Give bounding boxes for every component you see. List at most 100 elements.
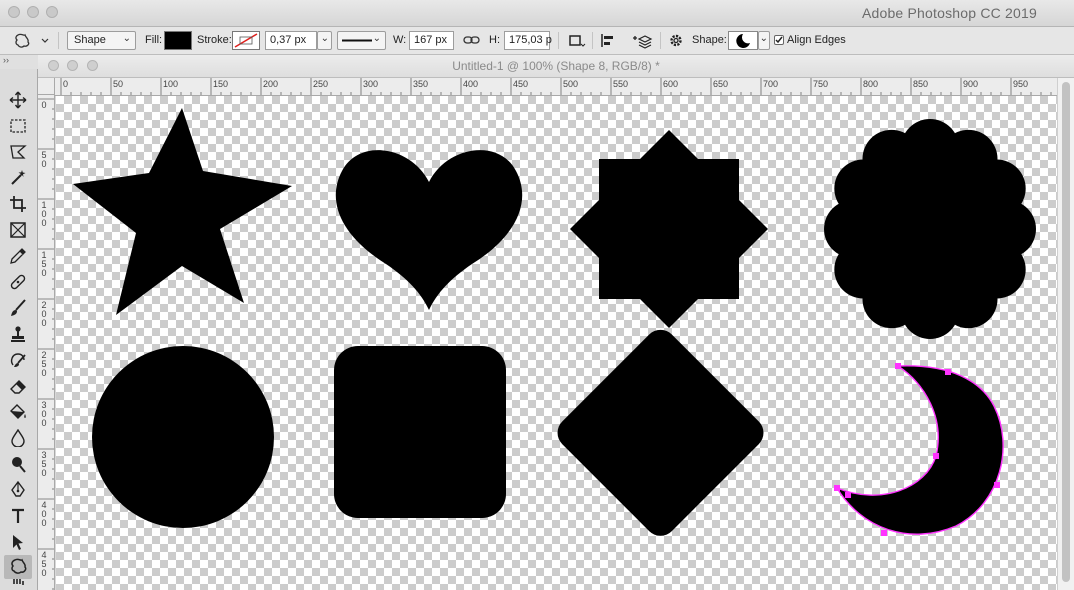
type-icon [12,508,24,523]
hand-tool[interactable] [4,579,32,590]
anchor-point[interactable] [834,485,840,491]
healing-icon [10,274,26,290]
eraser-icon [10,380,26,394]
ruler-label: 500 [563,79,579,89]
ruler-label: 900 [963,79,979,89]
anchor-point[interactable] [994,482,1000,488]
ruler-label: 950 [1013,79,1029,89]
custom-shape-icon [11,558,27,574]
ruler-label: 150 [213,79,229,89]
ruler-label: 1 5 0 [41,250,47,278]
stroke-color-swatch[interactable] [232,31,260,50]
rounded-square-shape[interactable] [334,346,506,518]
zoom-window-button[interactable] [46,6,58,18]
title-bar: Adobe Photoshop CC 2019 [0,0,1074,27]
ruler-label: 700 [763,79,779,89]
align-edges-label: Align Edges [787,34,846,46]
align-left-icon [601,34,613,47]
clone-stamp-tool[interactable] [4,322,32,346]
shape-label: Shape: [692,34,727,46]
paint-bucket-icon [10,404,26,419]
dodge-tool[interactable] [4,452,32,476]
toolbar-grip[interactable]: ›› [0,55,38,69]
anchor-point[interactable] [845,492,851,498]
path-alignment-button[interactable] [598,31,620,50]
link-icon [463,36,480,44]
stroke-type-select[interactable]: ⌄ [337,31,386,50]
document-title: Untitled-1 @ 100% (Shape 8, RGB/8) * [452,59,660,73]
fill-color-swatch[interactable] [164,31,192,50]
frame-icon [10,222,26,238]
ruler-origin[interactable] [38,78,55,95]
vertical-scrollbar[interactable] [1057,78,1074,590]
shape-picker[interactable] [728,31,758,50]
vertical-ruler[interactable]: 0 5 0 1 0 0 1 5 0 2 0 0 2 5 0 3 0 0 3 5 0 4 0 0 4… [38,95,55,590]
eraser-tool[interactable] [4,374,32,398]
paint-bucket-tool[interactable] [4,400,32,424]
scrollbar-thumb[interactable] [1062,82,1070,582]
scalloped-circle-shape[interactable] [824,119,1036,339]
tool-mode-select[interactable]: Shape ⌄ [67,31,136,50]
type-tool[interactable] [4,504,32,528]
healing-brush-tool[interactable] [4,270,32,294]
horizontal-ruler[interactable]: 0 50 100 150 200 250 300 350 400 450 500 550 600 650 7… [55,78,1057,96]
ruler-label: 100 [163,79,179,89]
anchor-point[interactable] [945,369,951,375]
anchor-point[interactable] [895,363,901,369]
close-window-button[interactable] [8,6,20,18]
width-label: W: [393,34,407,46]
tool-preset-picker[interactable] [12,31,54,50]
gear-icon [670,34,682,47]
anchor-point[interactable] [933,453,939,459]
lasso-tool[interactable] [4,140,32,164]
canvas[interactable] [56,96,1057,590]
stroke-width-field[interactable]: 0,37 px [265,31,317,50]
rounded-diamond-shape[interactable] [551,323,770,542]
ruler-label: 550 [613,79,629,89]
scallop-lobe [967,159,1026,218]
path-options-button[interactable] [666,31,686,50]
ruler-label: 0 [41,100,47,110]
path-selection-tool[interactable] [4,530,32,554]
anchor-point[interactable] [881,530,887,536]
minimize-window-button[interactable] [27,6,39,18]
pen-icon [11,481,25,497]
moon-icon [736,34,750,48]
height-field[interactable]: 175,03 p [504,31,552,50]
frame-tool[interactable] [4,218,32,242]
pen-tool[interactable] [4,478,32,502]
move-tool[interactable] [4,88,32,112]
chevron-down-icon: ⌄ [759,33,768,44]
history-brush-tool[interactable] [4,348,32,372]
align-edges-checkbox[interactable] [774,35,784,45]
eyedropper-icon [10,248,26,264]
path-operations-button[interactable] [566,31,586,50]
link-dimensions-button[interactable] [462,31,482,50]
stroke-width-dropdown[interactable]: ⌄ [317,31,332,50]
shape-picker-dropdown[interactable]: ⌄ [758,31,770,50]
eyedropper-tool[interactable] [4,244,32,268]
magic-wand-tool[interactable] [4,166,32,190]
ruler-label: 600 [663,79,679,89]
crop-tool[interactable] [4,192,32,216]
path-operations-icon [569,35,586,47]
ruler-label: 750 [813,79,829,89]
width-field[interactable]: 167 px [409,31,454,50]
ruler-label: 50 [113,79,124,89]
heart-shape[interactable] [335,150,523,310]
arrange-layers-icon [633,35,653,49]
solid-line-icon [342,39,372,42]
ruler-label: 300 [363,79,379,89]
ruler-label: 350 [413,79,429,89]
path-arrangement-button[interactable] [630,31,654,50]
chevron-down-icon: ⌄ [122,33,131,44]
custom-shape-tool[interactable] [4,555,32,579]
brush-tool[interactable] [4,296,32,320]
marquee-tool[interactable] [4,114,32,138]
height-label: H: [489,34,500,46]
ruler-label: 4 5 0 [41,550,47,578]
blur-tool[interactable] [4,426,32,450]
ruler-label: 0 [63,79,69,89]
circle-shape[interactable] [92,346,274,528]
star-shape[interactable] [73,108,292,315]
